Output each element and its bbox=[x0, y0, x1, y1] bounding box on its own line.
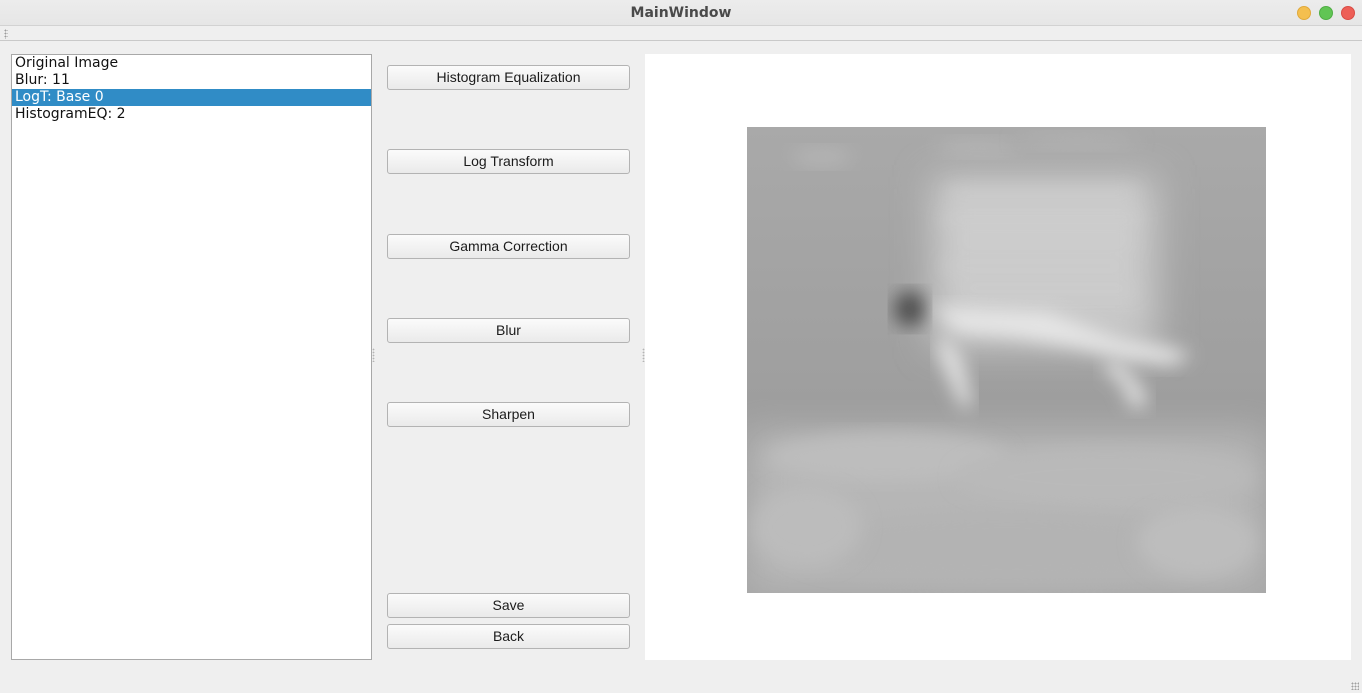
main-window: MainWindow Original Image Blur: 11 LogT:… bbox=[0, 0, 1362, 693]
toolbar-grip-icon[interactable] bbox=[4, 29, 8, 39]
maximize-icon[interactable] bbox=[1319, 6, 1333, 20]
close-icon[interactable] bbox=[1341, 6, 1355, 20]
minimize-icon[interactable] bbox=[1297, 6, 1311, 20]
splitter-handle-left[interactable] bbox=[372, 348, 375, 362]
history-list[interactable]: Original Image Blur: 11 LogT: Base 0 His… bbox=[11, 54, 372, 660]
histogram-equalization-button[interactable]: Histogram Equalization bbox=[387, 65, 630, 90]
blur-button[interactable]: Blur bbox=[387, 318, 630, 343]
history-item-histogrameq[interactable]: HistogramEQ: 2 bbox=[12, 106, 371, 123]
history-item-blur[interactable]: Blur: 11 bbox=[12, 72, 371, 89]
history-item-original[interactable]: Original Image bbox=[12, 55, 371, 72]
title-bar[interactable]: MainWindow bbox=[0, 0, 1362, 26]
size-grip-icon[interactable] bbox=[1351, 682, 1359, 690]
sharpen-button[interactable]: Sharpen bbox=[387, 402, 630, 427]
log-transform-button[interactable]: Log Transform bbox=[387, 149, 630, 174]
save-button[interactable]: Save bbox=[387, 593, 630, 618]
window-title: MainWindow bbox=[630, 5, 732, 21]
back-button[interactable]: Back bbox=[387, 624, 630, 649]
processed-image bbox=[747, 127, 1266, 593]
gamma-correction-button[interactable]: Gamma Correction bbox=[387, 234, 630, 259]
toolbar bbox=[0, 27, 1362, 41]
image-viewer bbox=[645, 54, 1351, 660]
history-item-logt[interactable]: LogT: Base 0 bbox=[12, 89, 371, 106]
